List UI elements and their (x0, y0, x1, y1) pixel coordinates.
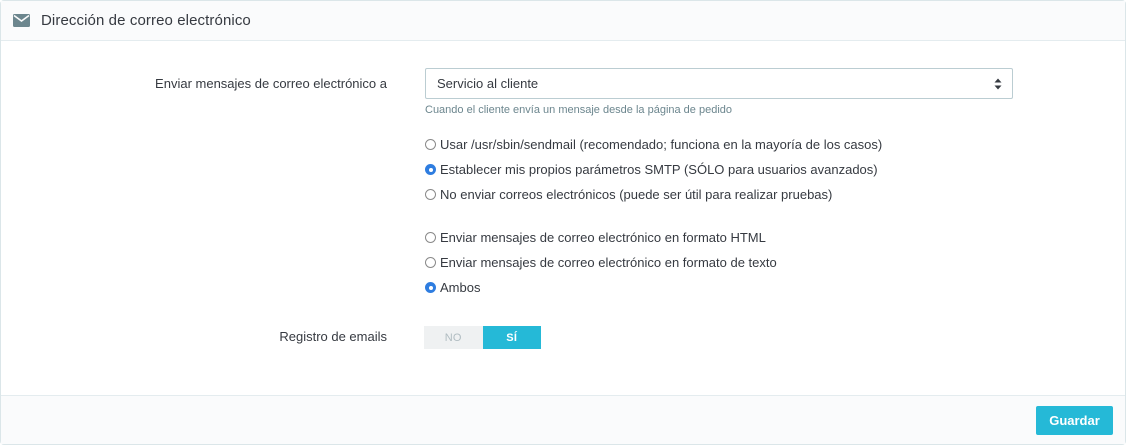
radio-button[interactable] (425, 282, 436, 293)
radio-option-no-email[interactable]: No enviar correos electrónicos (puede se… (425, 187, 832, 202)
radio-label: Establecer mis propios parámetros SMTP (… (440, 162, 878, 177)
radio-button[interactable] (425, 257, 436, 268)
save-button[interactable]: Guardar (1036, 406, 1113, 435)
radio-button[interactable] (425, 139, 436, 150)
email-settings-panel: Dirección de correo electrónico Enviar m… (0, 0, 1126, 445)
radio-label: Enviar mensajes de correo electrónico en… (440, 230, 766, 245)
send-to-help: Cuando el cliente envía un mensaje desde… (425, 104, 733, 116)
envelope-icon (13, 14, 30, 27)
radio-option-format-text[interactable]: Enviar mensajes de correo electrónico en… (425, 255, 777, 270)
radio-label: Enviar mensajes de correo electrónico en… (440, 255, 777, 270)
email-log-switch[interactable]: NO SÍ (424, 326, 541, 349)
radio-button[interactable] (425, 164, 436, 175)
email-log-label: Registro de emails (279, 329, 387, 344)
select-arrows-icon (994, 77, 1002, 91)
switch-option-no[interactable]: NO (424, 326, 483, 349)
send-to-select[interactable]: Servicio al cliente (425, 68, 1013, 99)
radio-option-format-html[interactable]: Enviar mensajes de correo electrónico en… (425, 230, 766, 245)
send-to-selected-value: Servicio al cliente (437, 76, 539, 91)
radio-label: Usar /usr/sbin/sendmail (recomendado; fu… (440, 137, 883, 152)
radio-option-sendmail[interactable]: Usar /usr/sbin/sendmail (recomendado; fu… (425, 137, 882, 152)
radio-button[interactable] (425, 232, 436, 243)
radio-option-format-both[interactable]: Ambos (425, 280, 480, 295)
panel-heading: Dirección de correo electrónico (1, 1, 1125, 41)
panel-footer: Guardar (1, 395, 1125, 444)
send-to-label: Enviar mensajes de correo electrónico a (155, 76, 387, 91)
radio-label: Ambos (440, 280, 481, 295)
radio-button[interactable] (425, 189, 436, 200)
switch-option-yes[interactable]: SÍ (482, 326, 541, 349)
radio-label: No enviar correos electrónicos (puede se… (440, 187, 833, 202)
radio-option-smtp[interactable]: Establecer mis propios parámetros SMTP (… (425, 162, 878, 177)
panel-title: Dirección de correo electrónico (41, 12, 251, 29)
